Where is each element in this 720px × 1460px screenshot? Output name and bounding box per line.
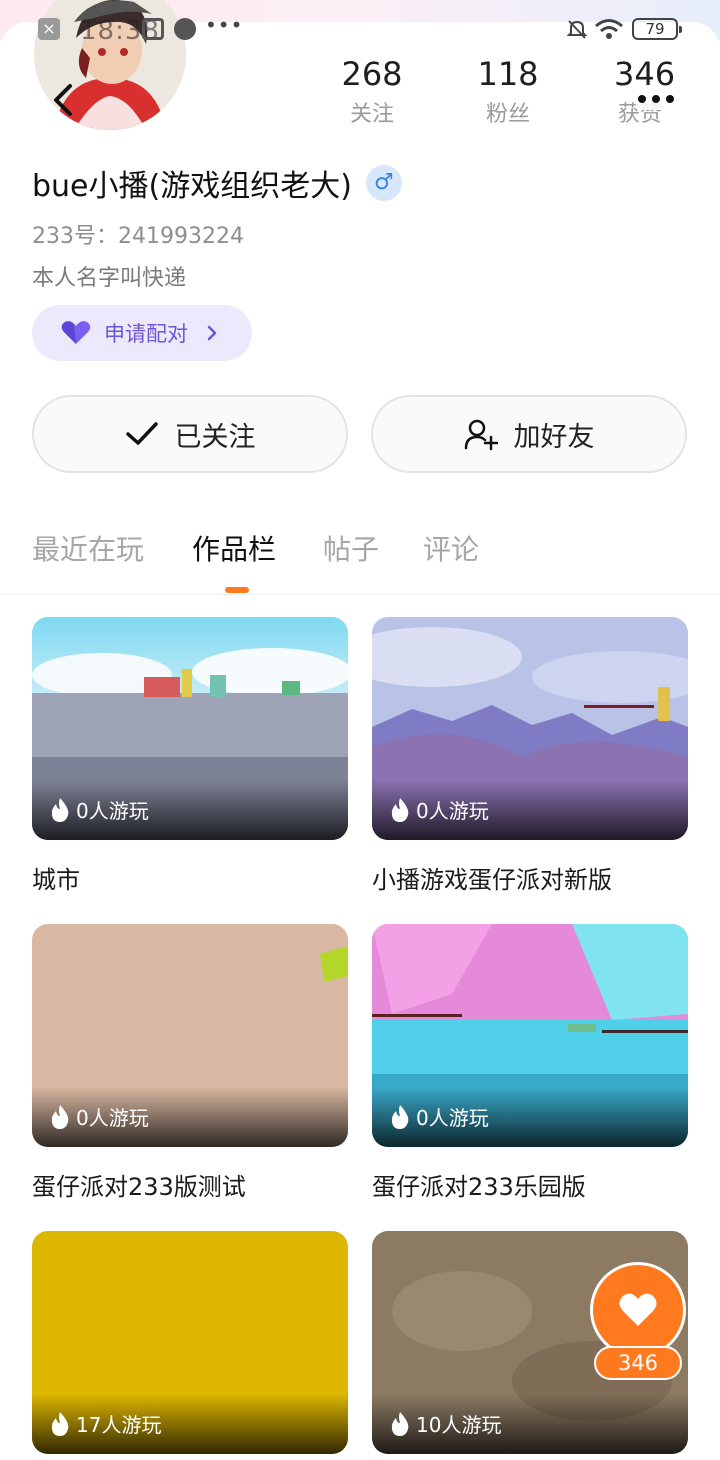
more-dots-icon: ••• [205, 13, 244, 37]
play-count: 10人游玩 [390, 1409, 501, 1438]
play-count-label: 0人游玩 [76, 1106, 149, 1130]
like-count-badge: 346 [594, 1346, 682, 1380]
stat-following-label: 关注 [349, 102, 394, 127]
play-count: 0人游玩 [390, 1102, 489, 1131]
play-count-label: 0人游玩 [416, 799, 489, 823]
play-count: 0人游玩 [390, 795, 489, 824]
add-friend-button[interactable]: 加好友 [371, 395, 687, 473]
more-options-button[interactable] [634, 84, 678, 114]
wifi-icon [594, 18, 624, 40]
tab-comments[interactable]: 评论 [423, 528, 479, 568]
bell-muted-icon [566, 18, 588, 40]
username-row: bue小播(游戏组织老大) ♂ [32, 160, 402, 206]
more-horizontal-icon [634, 88, 678, 110]
stat-followers-value: 118 [477, 55, 539, 93]
user-bio: 本人名字叫快递 [32, 266, 187, 291]
work-card[interactable]: 0人游玩 小播游戏蛋仔派对新版 [372, 617, 688, 895]
tab-posts[interactable]: 帖子 [323, 528, 379, 568]
work-thumbnail[interactable]: 0人游玩 [32, 924, 348, 1147]
play-count: 0人游玩 [50, 795, 149, 824]
play-count: 17人游玩 [50, 1409, 161, 1438]
flame-icon [51, 1104, 69, 1129]
stat-followers-label: 粉丝 [485, 102, 530, 127]
work-title[interactable]: 城市 [32, 860, 348, 895]
followed-label: 已关注 [174, 421, 256, 453]
back-button[interactable] [40, 72, 86, 128]
work-card[interactable]: 17人游玩 [32, 1231, 348, 1454]
active-tab-indicator [225, 587, 249, 593]
tabs-divider [0, 594, 720, 595]
play-count-label: 17人游玩 [76, 1413, 162, 1437]
work-thumbnail[interactable]: 17人游玩 [32, 1231, 348, 1454]
work-card[interactable]: 0人游玩 蛋仔派对233乐园版 [372, 924, 688, 1202]
close-notification-icon: × [38, 18, 60, 40]
stat-followers[interactable]: 118 粉丝 [448, 54, 568, 128]
user-id: 233号：241993224 [32, 224, 244, 249]
work-thumbnail[interactable]: 0人游玩 [372, 617, 688, 840]
work-title[interactable]: 小播游戏蛋仔派对新版 [372, 860, 688, 895]
play-count-label: 0人游玩 [416, 1106, 489, 1130]
work-thumbnail[interactable]: 0人游玩 [32, 617, 348, 840]
play-count-label: 10人游玩 [416, 1413, 502, 1437]
tab-recently-played[interactable]: 最近在玩 [32, 528, 144, 568]
chevron-right-icon [207, 325, 217, 341]
chevron-left-icon [54, 84, 72, 116]
work-card[interactable]: 0人游玩 蛋仔派对233版测试 [32, 924, 348, 1202]
heart-icon [619, 1293, 657, 1326]
voice-icon [174, 18, 196, 40]
play-count-label: 0人游玩 [76, 799, 149, 823]
flame-icon [391, 1411, 409, 1436]
checkmark-icon [125, 422, 158, 445]
stat-following[interactable]: 268 关注 [312, 54, 432, 128]
play-count: 0人游玩 [50, 1102, 149, 1131]
gender-male-icon: ♂ [365, 165, 402, 201]
status-bar: × 18:38 ••• 79 [0, 10, 720, 46]
like-button[interactable] [590, 1262, 686, 1358]
message-icon [142, 18, 164, 40]
flame-icon [391, 797, 409, 822]
flame-icon [391, 1104, 409, 1129]
apply-match-button[interactable]: 申请配对 [32, 305, 252, 361]
followed-button[interactable]: 已关注 [32, 395, 348, 473]
gender-symbol: ♂ [374, 170, 394, 195]
double-heart-icon [61, 321, 91, 344]
flame-icon [51, 1411, 69, 1436]
flame-icon [51, 797, 69, 822]
add-friend-icon [464, 419, 498, 451]
stat-following-value: 268 [341, 55, 403, 93]
apply-match-label: 申请配对 [104, 322, 188, 346]
work-title[interactable]: 蛋仔派对233版测试 [32, 1167, 348, 1202]
work-title[interactable]: 蛋仔派对233乐园版 [372, 1167, 688, 1202]
username: bue小播(游戏组织老大) [32, 169, 352, 204]
work-thumbnail[interactable]: 0人游玩 [372, 924, 688, 1147]
battery-level: 79 [645, 20, 665, 38]
tab-works[interactable]: 作品栏 [192, 528, 276, 568]
battery-icon: 79 [632, 18, 682, 40]
work-card[interactable]: 0人游玩 城市 [32, 617, 348, 895]
add-friend-label: 加好友 [513, 421, 595, 453]
